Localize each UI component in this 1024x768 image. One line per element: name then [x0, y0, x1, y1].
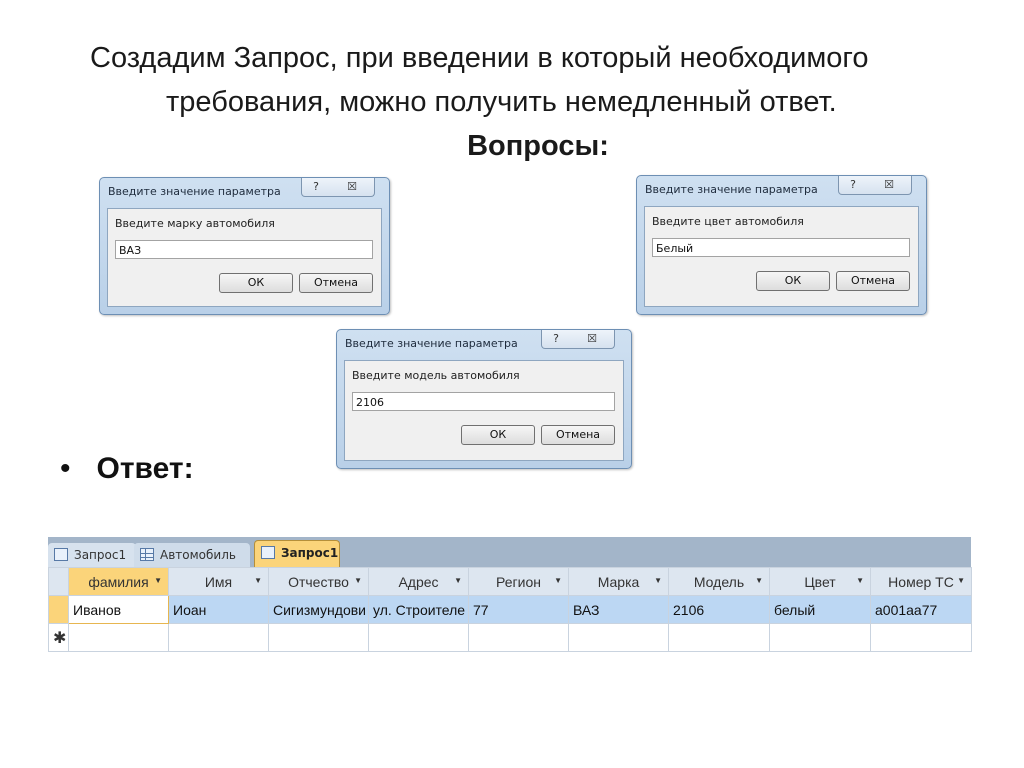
help-button[interactable]: ? [541, 330, 571, 349]
new-record-icon: ✱ [48, 623, 69, 652]
column-header-address[interactable]: Адрес ▼ [368, 567, 469, 596]
parameter-input[interactable]: 2106 [352, 392, 615, 411]
dropdown-arrow-icon[interactable]: ▼ [454, 576, 462, 585]
answer-bullet: • Ответ: [60, 452, 194, 486]
answer-label: Ответ: [96, 452, 194, 485]
column-label: Цвет [804, 573, 836, 590]
parameter-dialog-model: Введите значение параметра ? ☒ Введите м… [336, 329, 632, 469]
cell-name[interactable]: Иоан [168, 595, 269, 624]
empty-cell[interactable] [68, 623, 169, 652]
parameter-dialog-color: Введите значение параметра ? ☒ Введите ц… [636, 175, 927, 315]
column-header-color[interactable]: Цвет ▼ [769, 567, 871, 596]
column-label: Номер ТС [888, 573, 954, 590]
column-label: фамилия [88, 573, 149, 590]
column-header-region[interactable]: Регион ▼ [468, 567, 569, 596]
select-all-corner[interactable] [48, 567, 69, 596]
tab-label: Автомобиль [160, 548, 236, 562]
close-button[interactable]: ☒ [867, 176, 912, 195]
table-icon [140, 548, 154, 561]
help-button[interactable]: ? [301, 178, 331, 197]
dialog-title: Введите значение параметра [108, 185, 281, 198]
empty-cell[interactable] [168, 623, 269, 652]
column-header-plate[interactable]: Номер ТС ▼ [870, 567, 972, 596]
dropdown-arrow-icon[interactable]: ▼ [354, 576, 362, 585]
cell-color[interactable]: белый [769, 595, 871, 624]
dialog-prompt: Введите марку автомобиля [115, 217, 275, 230]
cell-model[interactable]: 2106 [668, 595, 770, 624]
object-tabs: Запрос1 Автомобиль Запрос1 [48, 537, 971, 567]
dropdown-arrow-icon[interactable]: ▼ [856, 576, 864, 585]
cell-make[interactable]: ВАЗ [568, 595, 669, 624]
ok-button[interactable]: ОК [756, 271, 830, 291]
cell-plate[interactable]: а001аа77 [870, 595, 972, 624]
cell-patronymic[interactable]: Сигизмундови [268, 595, 369, 624]
column-label: Отчество [288, 573, 349, 590]
table-row[interactable]: Иванов Иоан Сигизмундови ул. Строителе 7… [48, 595, 972, 624]
dialog-panel: Введите модель автомобиля 2106 ОК Отмена [344, 360, 624, 461]
query-icon [54, 548, 68, 561]
tab-label: Запрос1 [281, 546, 339, 560]
empty-cell[interactable] [870, 623, 972, 652]
header-row: фамилия ▼ Имя ▼ Отчество ▼ Адрес ▼ Регион ▼ М… [48, 567, 972, 596]
dropdown-arrow-icon[interactable]: ▼ [957, 576, 965, 585]
tab-query1[interactable]: Запрос1 [48, 543, 136, 567]
parameter-input[interactable]: ВАЗ [115, 240, 373, 259]
parameter-input[interactable]: Белый [652, 238, 910, 257]
column-label: Марка [597, 573, 640, 590]
questions-subtitle: Вопросы: [467, 130, 609, 162]
tab-automobile[interactable]: Автомобиль [134, 543, 250, 567]
dropdown-arrow-icon[interactable]: ▼ [254, 576, 262, 585]
dialog-prompt: Введите цвет автомобиля [652, 215, 804, 228]
dropdown-arrow-icon[interactable]: ▼ [554, 576, 562, 585]
cancel-button[interactable]: Отмена [836, 271, 910, 291]
column-header-surname[interactable]: фамилия ▼ [68, 567, 169, 596]
cell-address[interactable]: ул. Строителе [368, 595, 469, 624]
column-label: Имя [204, 573, 233, 590]
bullet-marker: • [60, 452, 71, 485]
dialog-title: Введите значение параметра [645, 183, 818, 196]
query-icon [261, 546, 275, 559]
ok-button[interactable]: ОК [461, 425, 535, 445]
column-label: Модель [693, 573, 745, 590]
dialog-prompt: Введите модель автомобиля [352, 369, 520, 382]
column-label: Регион [496, 573, 541, 590]
close-button[interactable]: ☒ [570, 330, 615, 349]
cell-surname[interactable]: Иванов [68, 595, 169, 624]
empty-cell[interactable] [468, 623, 569, 652]
heading-line-1: Создадим Запрос, при введении в который … [90, 42, 869, 74]
help-button[interactable]: ? [838, 176, 868, 195]
dropdown-arrow-icon[interactable]: ▼ [154, 576, 162, 585]
query-datasheet: фамилия ▼ Имя ▼ Отчество ▼ Адрес ▼ Регион ▼ М… [48, 567, 972, 652]
column-header-make[interactable]: Марка ▼ [568, 567, 669, 596]
slide-heading: Создадим Запрос, при введении в который … [90, 36, 950, 168]
dialog-panel: Введите марку автомобиля ВАЗ ОК Отмена [107, 208, 382, 307]
column-label: Адрес [398, 573, 439, 590]
cancel-button[interactable]: Отмена [299, 273, 373, 293]
column-header-model[interactable]: Модель ▼ [668, 567, 770, 596]
dialog-panel: Введите цвет автомобиля Белый ОК Отмена [644, 206, 919, 307]
record-selector[interactable] [48, 595, 69, 624]
ok-button[interactable]: ОК [219, 273, 293, 293]
empty-cell[interactable] [668, 623, 770, 652]
dropdown-arrow-icon[interactable]: ▼ [755, 576, 763, 585]
empty-cell[interactable] [368, 623, 469, 652]
tab-label: Запрос1 [74, 548, 127, 562]
close-button[interactable]: ☒ [330, 178, 375, 197]
cell-region[interactable]: 77 [468, 595, 569, 624]
cancel-button[interactable]: Отмена [541, 425, 615, 445]
empty-cell[interactable] [769, 623, 871, 652]
dropdown-arrow-icon[interactable]: ▼ [654, 576, 662, 585]
dialog-title: Введите значение параметра [345, 337, 518, 350]
parameter-dialog-make: Введите значение параметра ? ☒ Введите м… [99, 177, 390, 315]
empty-cell[interactable] [268, 623, 369, 652]
empty-cell[interactable] [568, 623, 669, 652]
heading-line-2: требования, можно получить немедленный о… [166, 86, 837, 118]
tab-query1-active[interactable]: Запрос1 [254, 540, 340, 567]
column-header-name[interactable]: Имя ▼ [168, 567, 269, 596]
new-record-row[interactable]: ✱ [48, 623, 972, 652]
column-header-patronymic[interactable]: Отчество ▼ [268, 567, 369, 596]
